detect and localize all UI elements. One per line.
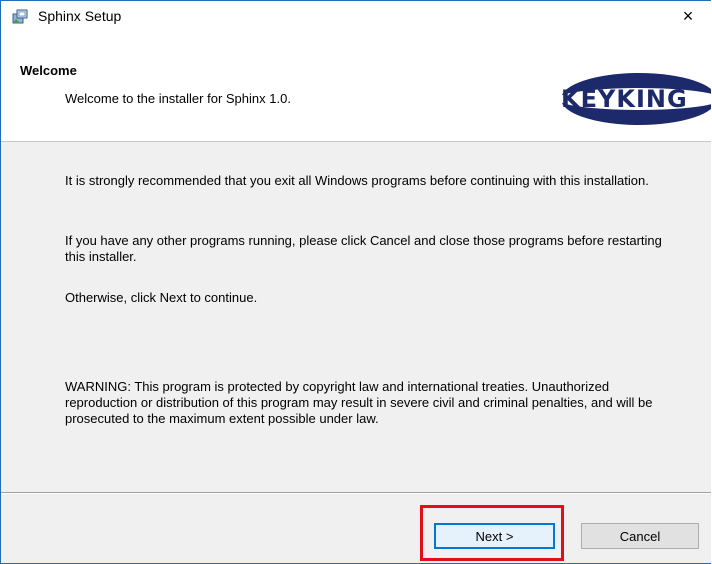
warning-paragraph: WARNING: This program is protected by co… (65, 379, 653, 426)
installer-package-icon (11, 7, 29, 25)
cancel-button[interactable]: Cancel (581, 523, 699, 549)
title-bar[interactable]: Sphinx Setup × (1, 1, 711, 31)
header-banner: Welcome Welcome to the installer for Sph… (1, 31, 711, 142)
button-divider (1, 492, 711, 494)
window-title: Sphinx Setup (38, 8, 122, 24)
close-icon: × (682, 5, 694, 26)
keyking-logo: KEYKING (559, 73, 711, 125)
logo-text: KEYKING (561, 85, 688, 113)
page-title: Welcome (20, 63, 77, 78)
continue-paragraph: Otherwise, click Next to continue. (65, 290, 258, 305)
cancel-paragraph: If you have any other programs running, … (65, 233, 662, 264)
close-button[interactable]: × (665, 1, 711, 31)
page-subtitle: Welcome to the installer for Sphinx 1.0. (65, 91, 291, 106)
highlight-box (420, 505, 564, 561)
setup-window: Sphinx Setup × Welcome Welcome to the in… (0, 0, 711, 564)
intro-paragraph: It is strongly recommended that you exit… (65, 173, 649, 188)
